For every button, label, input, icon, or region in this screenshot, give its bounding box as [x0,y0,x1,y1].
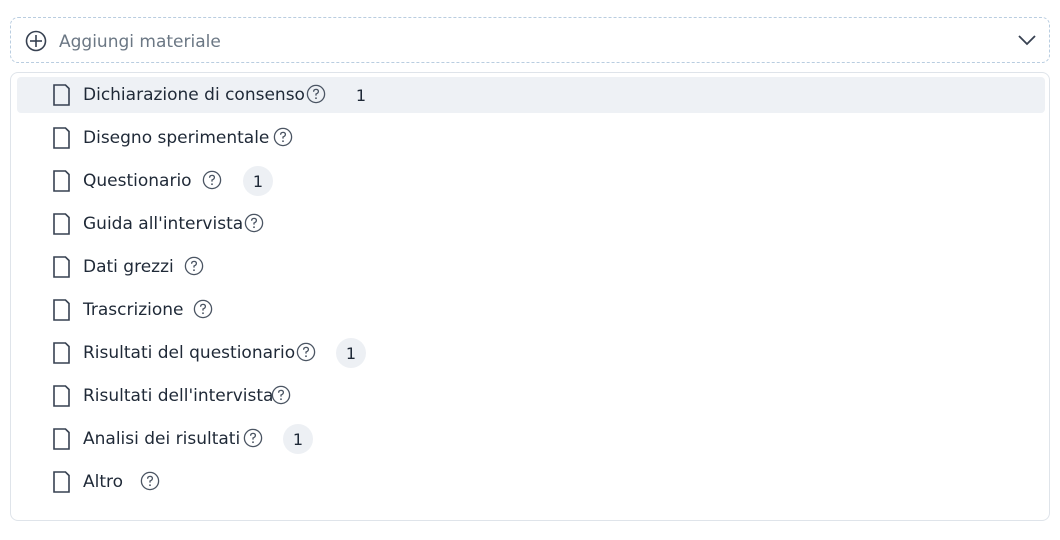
count-badge: 1 [336,338,366,368]
list-item-label: Questionario [83,171,192,191]
document-icon [53,127,70,149]
list-item-risultati-del-questionario[interactable]: Risultati del questionario 1 [17,335,1045,371]
document-icon [53,170,70,192]
document-icon [53,428,70,450]
material-list: Dichiarazione di consenso 1 Disegno sper… [10,72,1050,521]
help-icon[interactable] [296,342,316,362]
list-item-label: Dati grezzi [83,257,174,277]
document-icon [53,342,70,364]
list-item-risultati-dell-intervista[interactable]: Risultati dell'intervista [17,378,1045,414]
chevron-down-icon[interactable] [1017,33,1037,47]
document-icon [53,471,70,493]
list-item-label: Altro [83,472,124,492]
count-badge: 1 [243,166,273,196]
list-item-guida-all-intervista[interactable]: Guida all'intervista [17,206,1045,242]
count-badge: 1 [355,86,367,105]
list-item-altro[interactable]: Altro [17,464,1045,500]
document-icon [53,385,70,407]
help-icon[interactable] [306,84,326,104]
help-icon[interactable] [273,127,293,147]
help-icon[interactable] [140,471,160,491]
list-item-dichiarazione-di-consenso[interactable]: Dichiarazione di consenso 1 [17,77,1045,113]
help-icon[interactable] [202,170,222,190]
document-icon [53,84,70,106]
list-item-label: Risultati del questionario [83,343,296,363]
add-material-placeholder: Aggiungi materiale [59,32,221,52]
list-item-label: Risultati dell'intervista [83,386,274,406]
list-item-label: Guida all'intervista [83,214,244,234]
help-icon[interactable] [184,256,204,276]
list-item-label: Dichiarazione di consenso [83,85,305,105]
list-item-label: Analisi dei risultati [83,429,241,449]
list-item-label: Trascrizione [83,300,184,320]
material-picker: Aggiungi materiale Dichiarazione di cons… [0,0,1060,540]
list-item-disegno-sperimentale[interactable]: Disegno sperimentale [17,120,1045,156]
document-icon [53,213,70,235]
list-item-dati-grezzi[interactable]: Dati grezzi [17,249,1045,285]
help-icon[interactable] [271,385,291,405]
list-item-analisi-dei-risultati[interactable]: Analisi dei risultati 1 [17,421,1045,457]
list-item-questionario[interactable]: Questionario 1 [17,163,1045,199]
count-badge: 1 [283,424,313,454]
document-icon [53,256,70,278]
plus-circle-icon [25,30,47,52]
list-item-label: Disegno sperimentale [83,128,270,148]
add-material-select[interactable]: Aggiungi materiale [10,17,1050,63]
document-icon [53,299,70,321]
help-icon[interactable] [193,299,213,319]
help-icon[interactable] [243,428,263,448]
list-item-trascrizione[interactable]: Trascrizione [17,292,1045,328]
help-icon[interactable] [244,213,264,233]
